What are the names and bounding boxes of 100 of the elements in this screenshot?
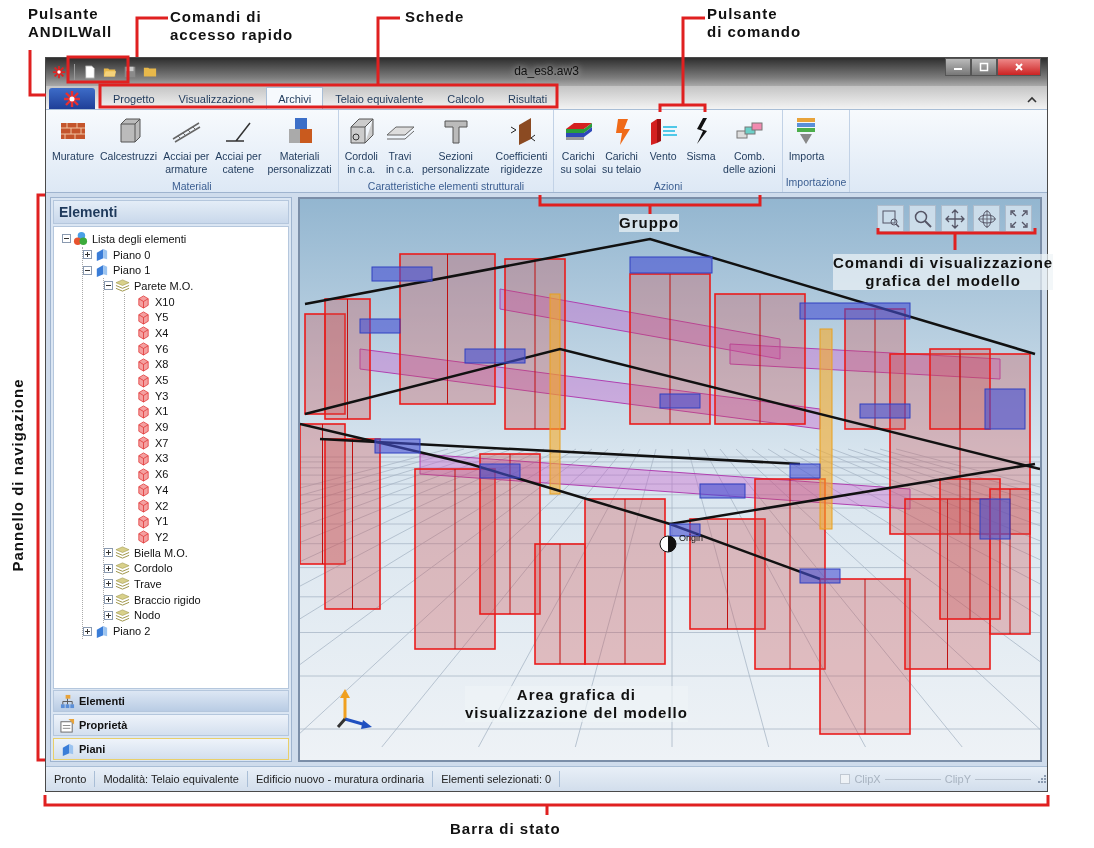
ribbon-button[interactable]: Murature — [49, 113, 97, 178]
ribbon-button[interactable]: Carichi su telaio — [599, 113, 645, 178]
properties-icon — [60, 717, 75, 733]
ribbon-button[interactable]: Acciai per armature — [160, 113, 213, 178]
ribbon-button[interactable]: Coefficienti rigidezze — [492, 113, 551, 178]
expand-icon[interactable] — [83, 626, 92, 636]
new-document-icon[interactable] — [83, 65, 97, 79]
collapse-icon[interactable] — [62, 234, 71, 244]
tree-item[interactable]: Piano 0 — [113, 248, 151, 261]
hierarchy-icon — [60, 693, 75, 709]
tree-item[interactable]: Parete M.O. — [134, 279, 194, 292]
tree-item[interactable]: Cordolo — [134, 562, 173, 575]
layers-icon — [115, 278, 130, 294]
angle-line-icon — [225, 122, 252, 142]
group-label: Azioni — [652, 179, 684, 194]
import-icon — [797, 118, 816, 144]
spheres-icon — [73, 231, 88, 247]
tree-item[interactable]: X6 — [155, 468, 169, 481]
expand-icon[interactable] — [104, 548, 113, 558]
origin-marker-icon — [659, 535, 677, 553]
tree-item[interactable]: X4 — [155, 326, 169, 339]
ribbon-button[interactable]: Acciai per catene — [212, 113, 265, 178]
ribbon-button[interactable]: Materiali personalizzati — [264, 113, 335, 178]
tree-item[interactable]: X10 — [155, 295, 175, 308]
minimize-button[interactable] — [945, 58, 971, 76]
wall-cube-icon — [136, 325, 151, 341]
wall-cube-icon — [136, 356, 151, 372]
tree-item[interactable]: X8 — [155, 358, 169, 371]
tree-item[interactable]: X3 — [155, 452, 169, 465]
rebar-icon — [172, 122, 201, 143]
floor-icon — [60, 741, 75, 757]
tree-item[interactable]: X5 — [155, 374, 169, 387]
ribbon-button[interactable]: Vento — [644, 113, 683, 178]
ribbon-tab[interactable]: Visualizzazione — [166, 87, 267, 109]
tree-item[interactable]: Y2 — [155, 530, 169, 543]
wall-cube-icon — [136, 309, 151, 325]
floor-icon — [94, 262, 109, 278]
bricks-icon — [60, 122, 86, 140]
pane-button[interactable]: Proprietà — [53, 714, 289, 736]
close-button[interactable] — [997, 58, 1041, 76]
ribbon-tab[interactable]: Risultati — [496, 87, 560, 109]
wall-cube-icon — [136, 403, 151, 419]
ribbon-button[interactable]: Calcestruzzi — [97, 113, 161, 178]
ribbon-button[interactable]: Sisma — [682, 113, 721, 178]
ribbon-button[interactable]: Sezioni personalizzate — [418, 113, 493, 178]
ribbon-button[interactable]: Travi in c.a. — [380, 113, 419, 178]
group-label: Caratteristiche elementi strutturali — [366, 179, 526, 194]
pane-button[interactable]: Elementi — [53, 690, 289, 712]
ribbon-tab[interactable]: Telaio equivalente — [323, 87, 436, 109]
tree-item[interactable]: Trave — [134, 577, 162, 590]
wall-cube-icon — [136, 466, 151, 482]
wall-cube-icon — [136, 419, 151, 435]
expand-icon[interactable] — [104, 610, 113, 620]
collapse-icon[interactable] — [83, 265, 92, 275]
tree-item[interactable]: Y4 — [155, 483, 169, 496]
tree-item[interactable]: Biella M.O. — [134, 546, 188, 559]
ribbon-tab[interactable]: Progetto — [101, 87, 167, 109]
maximize-button[interactable] — [971, 58, 997, 76]
tree-item[interactable]: X1 — [155, 405, 169, 418]
orbit-button[interactable] — [973, 205, 1000, 232]
tree-item[interactable]: Braccio rigido — [134, 593, 201, 606]
tree-item[interactable]: Y5 — [155, 311, 169, 324]
chevron-up-icon[interactable] — [1027, 96, 1037, 104]
zoom-window-button[interactable] — [877, 205, 904, 232]
expand-icon[interactable] — [104, 595, 113, 605]
tree-item[interactable]: X7 — [155, 436, 169, 449]
tree-item[interactable]: X2 — [155, 499, 169, 512]
layers-icon — [115, 607, 130, 623]
expand-icon[interactable] — [104, 579, 113, 589]
tree-item[interactable]: Y1 — [155, 515, 169, 528]
ribbon-tab[interactable]: Calcolo — [435, 87, 496, 109]
tree-item[interactable]: Piano 1 — [113, 264, 151, 277]
tree-item[interactable]: Piano 2 — [113, 625, 151, 638]
ribbon-button[interactable]: Importa — [785, 113, 828, 174]
save-icon[interactable] — [123, 65, 137, 79]
pane-button[interactable]: Piani — [53, 738, 289, 760]
tree-item[interactable]: Y6 — [155, 342, 169, 355]
resize-grip-icon[interactable] — [1037, 774, 1047, 784]
ribbon-button[interactable]: Cordoli in c.a. — [341, 113, 381, 178]
ribbon-tab[interactable]: Archivi — [266, 87, 324, 109]
collapse-icon[interactable] — [104, 281, 113, 291]
floor-icon — [94, 623, 109, 639]
ribbon-button[interactable]: Carichi su solai — [557, 113, 599, 178]
callout-label: Gruppo — [619, 214, 680, 232]
pan-button[interactable] — [941, 205, 968, 232]
tree-item[interactable]: Y3 — [155, 389, 169, 402]
leader-line — [28, 50, 46, 97]
tree-item[interactable]: Lista degli elementi — [92, 232, 187, 245]
wall-cube-icon — [136, 435, 151, 451]
tree-item[interactable]: Nodo — [134, 609, 161, 622]
ribbon-button[interactable]: Comb. delle azioni — [720, 113, 779, 178]
floor-icon — [94, 247, 109, 263]
expand-icon[interactable] — [104, 563, 113, 573]
fit-button[interactable] — [1005, 205, 1032, 232]
callout-label: Schede — [405, 8, 465, 26]
folder-icon[interactable] — [143, 65, 157, 79]
zoom-button[interactable] — [909, 205, 936, 232]
application-menu-button[interactable] — [49, 88, 95, 109]
tree-item[interactable]: X9 — [155, 421, 169, 434]
expand-icon[interactable] — [83, 250, 92, 260]
